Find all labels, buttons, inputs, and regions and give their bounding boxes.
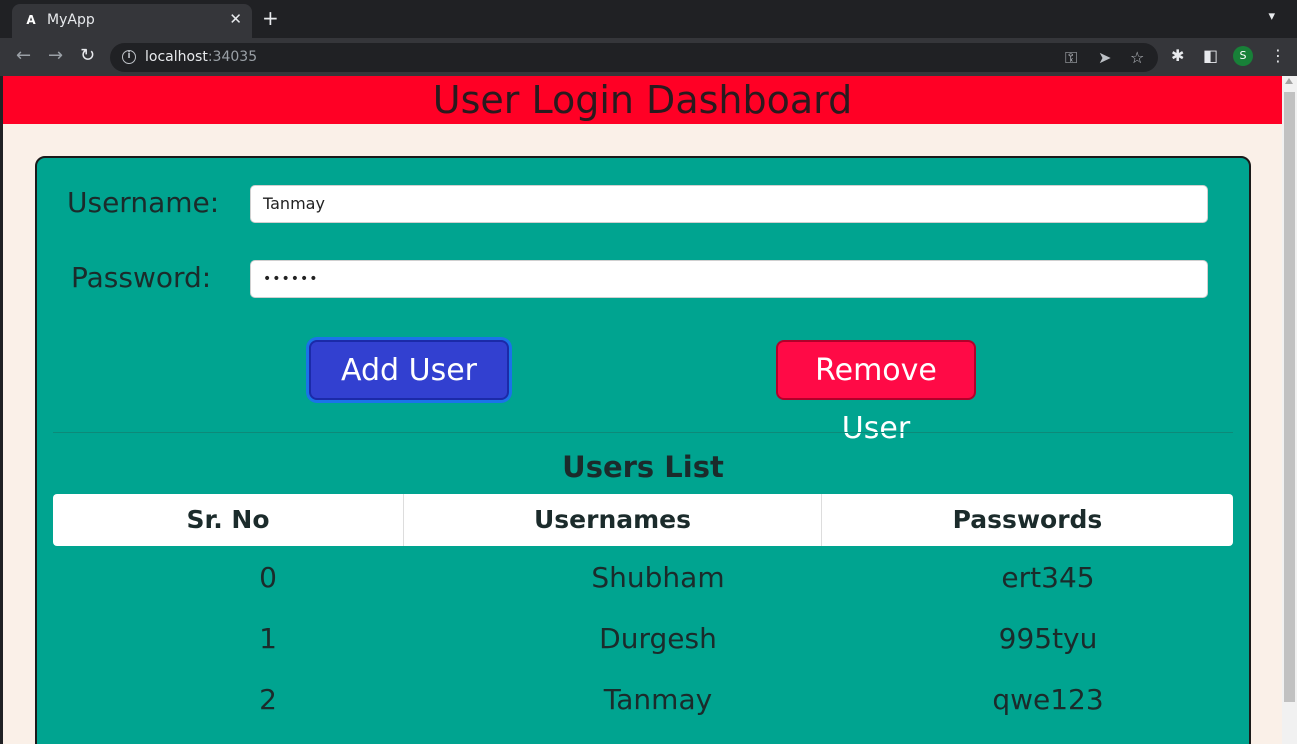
cell-username: Tanmay — [603, 683, 713, 716]
tab-search-chevron-icon[interactable]: ▾ — [1268, 9, 1275, 24]
cell-username: Durgesh — [599, 622, 717, 655]
password-label: Password: — [71, 261, 212, 294]
cell-username: Shubham — [591, 561, 725, 594]
cell-password: 995tyu — [998, 622, 1098, 655]
tab-title: MyApp — [47, 12, 95, 28]
users-list-title: Users List — [562, 450, 724, 484]
profile-avatar[interactable]: S — [1233, 46, 1253, 66]
cell-password: qwe123 — [992, 683, 1104, 716]
cell-password: ert345 — [1001, 561, 1095, 594]
close-tab-icon[interactable]: ✕ — [229, 10, 242, 28]
remove-user-button[interactable]: Remove User — [776, 340, 976, 446]
table-row: 1 Durgesh 995tyu — [53, 609, 1233, 669]
vertical-scrollbar[interactable] — [1282, 76, 1297, 744]
reload-icon[interactable]: ↻ — [80, 47, 95, 65]
cell-sr-no: 2 — [259, 683, 277, 716]
address-bar[interactable]: i localhost:34035 ⚿ ➤ ☆ — [110, 43, 1158, 72]
browser-tab-bar: A MyApp ✕ + ▾ — [0, 0, 1297, 38]
back-icon[interactable]: ← — [16, 47, 31, 65]
username-label: Username: — [67, 186, 220, 219]
password-input[interactable]: •••••• — [250, 260, 1208, 298]
new-tab-icon[interactable]: + — [262, 8, 279, 28]
url-text: localhost:34035 — [145, 49, 257, 65]
url-port: :34035 — [207, 49, 258, 65]
browser-tab[interactable]: A MyApp ✕ — [12, 4, 252, 38]
column-header-passwords: Passwords — [821, 494, 1233, 546]
page-title: User Login Dashboard — [432, 78, 853, 122]
column-header-usernames: Usernames — [403, 494, 821, 546]
url-host: localhost — [145, 49, 208, 65]
browser-toolbar: ← → ↻ i localhost:34035 ⚿ ➤ ☆ ✱ ◧ S ⋮ — [0, 38, 1297, 76]
angular-favicon-icon: A — [26, 13, 36, 27]
users-table-header: Sr. No Usernames Passwords — [53, 494, 1233, 546]
username-input[interactable]: Tanmay — [250, 185, 1208, 223]
cell-sr-no: 0 — [259, 561, 277, 594]
menu-kebab-icon[interactable]: ⋮ — [1270, 47, 1286, 65]
bookmark-star-icon[interactable]: ☆ — [1130, 48, 1144, 67]
cell-sr-no: 1 — [259, 622, 277, 655]
scroll-up-arrow-icon[interactable] — [1285, 78, 1293, 84]
page-header: User Login Dashboard — [3, 76, 1282, 124]
table-row: 2 Tanmay qwe123 — [53, 670, 1233, 730]
login-card: Username: Tanmay Password: •••••• Add Us… — [35, 156, 1251, 744]
column-header-sr-no: Sr. No — [186, 505, 270, 534]
site-info-icon[interactable]: i — [122, 50, 136, 64]
table-row: 0 Shubham ert345 — [53, 548, 1233, 608]
divider — [53, 432, 1233, 433]
page-viewport: User Login Dashboard Username: Tanmay Pa… — [3, 76, 1282, 744]
key-icon[interactable]: ⚿ — [1065, 48, 1077, 68]
forward-icon[interactable]: → — [48, 47, 63, 65]
scrollbar-thumb[interactable] — [1284, 92, 1295, 702]
side-panel-icon[interactable]: ◧ — [1203, 47, 1218, 65]
send-icon[interactable]: ➤ — [1098, 48, 1111, 67]
add-user-button[interactable]: Add User — [309, 340, 509, 400]
extensions-icon[interactable]: ✱ — [1171, 47, 1184, 65]
